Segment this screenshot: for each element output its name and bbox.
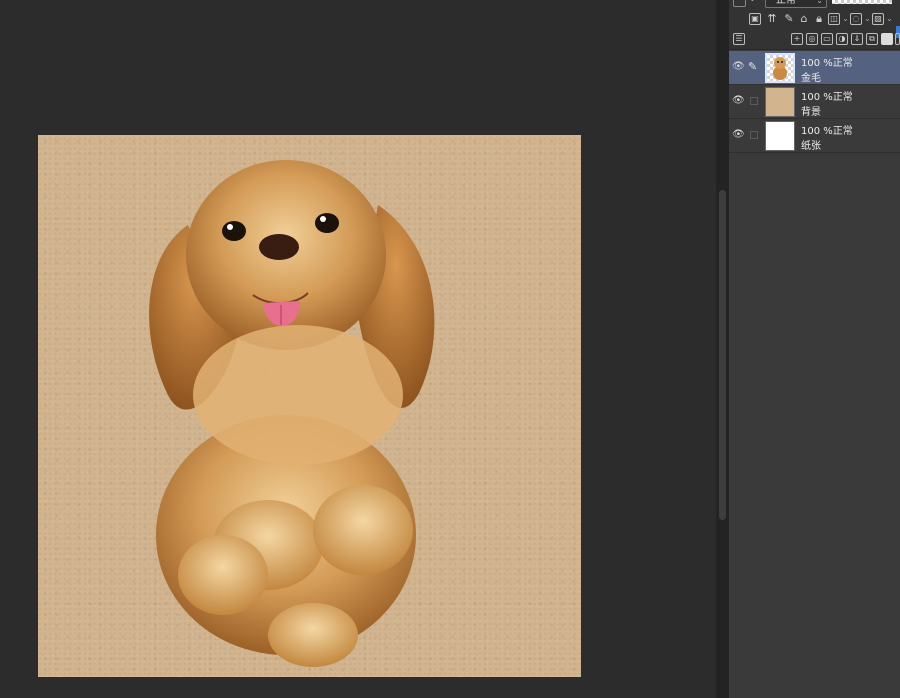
chevron-down-icon[interactable]: ⌄ (864, 13, 871, 25)
chevron-down-icon[interactable]: ⌄ (749, 0, 762, 7)
lock-transparency-icon[interactable]: ⌂ (798, 13, 810, 25)
layer-thumbnail (765, 53, 795, 83)
layer-panel-toolbar: ⌄ 正常 ⌄ 1 ▣ ⇈ ✎ ⌂ 🔒︎ ◫ ⌄ ◌ ⌄ ▨ ⌄ ☰ + ◎ (729, 0, 900, 50)
chevron-down-icon[interactable]: ⌄ (842, 13, 849, 25)
blend-mode-dropdown[interactable]: 正常 ⌄ (765, 0, 827, 8)
layer-name[interactable]: 金毛 (801, 69, 821, 84)
layer-checkbox[interactable] (750, 97, 758, 105)
layer-checkbox[interactable] (750, 131, 758, 139)
layer-name[interactable]: 纸张 (801, 137, 821, 152)
merge-layer-icon[interactable]: ⧉ (866, 33, 878, 45)
lock-icon[interactable]: 🔒︎ (813, 13, 825, 25)
delete-layer-icon[interactable] (895, 33, 900, 45)
clip-icon[interactable]: ◫ (828, 13, 840, 25)
blend-mode-value: 正常 (776, 0, 796, 6)
drawing-canvas[interactable] (38, 135, 581, 677)
chevron-down-icon[interactable]: ⌄ (886, 13, 893, 25)
eye-icon[interactable]: 👁︎ (732, 130, 745, 140)
layer-panel: ⌄ 正常 ⌄ 1 ▣ ⇈ ✎ ⌂ 🔒︎ ◫ ⌄ ◌ ⌄ ▨ ⌄ ☰ + ◎ (729, 0, 900, 698)
dog-thumbnail-icon (773, 57, 787, 80)
mask-icon[interactable]: ◌ (850, 13, 862, 25)
layer-tools-row-1: ▣ ⇈ ✎ ⌂ 🔒︎ ◫ ⌄ ◌ ⌄ ▨ ⌄ (729, 13, 900, 38)
layer-tools-row-2: ☰ + ◎ ▭ ◑ ⇓ ⧉ (729, 33, 900, 49)
layer-row-background[interactable]: 👁︎ 100 %正常 背景 (729, 85, 900, 119)
layer-thumbnail (765, 87, 795, 117)
reference-icon[interactable]: ⇈ (766, 13, 778, 25)
eye-icon[interactable]: 👁︎ (732, 96, 745, 106)
color-icon[interactable]: ▨ (872, 13, 884, 25)
draft-icon[interactable]: ✎ (783, 13, 795, 25)
canvas-workspace[interactable] (0, 0, 716, 698)
new-correction-layer-icon[interactable]: ◑ (836, 33, 848, 45)
layer-mode: 100 %正常 (801, 58, 853, 69)
chevron-down-icon: ⌄ (816, 0, 823, 5)
blend-mode-row: ⌄ 正常 ⌄ 1 (729, 0, 900, 10)
layer-thumbnail (765, 121, 795, 151)
golden-puppy-illustration (149, 160, 435, 667)
edge-value: 1 (895, 0, 900, 3)
layer-box-icon[interactable] (733, 0, 746, 7)
layer-name[interactable]: 背景 (801, 103, 821, 118)
transfer-down-icon[interactable]: ⇓ (851, 33, 863, 45)
layer-mask-icon[interactable] (881, 33, 893, 45)
panel-scrollbar[interactable] (716, 0, 729, 698)
pen-icon[interactable]: ✎ (748, 61, 760, 73)
layer-property-icon[interactable]: ☰ (733, 33, 745, 45)
new-raster-layer-icon[interactable]: + (791, 33, 803, 45)
new-vector-layer-icon[interactable]: ◎ (806, 33, 818, 45)
layer-row-paper[interactable]: 👁︎ 100 %正常 纸张 (729, 119, 900, 153)
layer-row-golden[interactable]: 👁︎ ✎ 100 %正常 金毛 (729, 51, 900, 85)
raster-layer-icon[interactable]: ▣ (749, 13, 761, 25)
layer-list: 👁︎ ✎ 100 %正常 金毛 👁︎ 100 %正常 背景 👁︎ 100 %正常… (729, 51, 900, 153)
new-folder-icon[interactable]: ▭ (821, 33, 833, 45)
eye-icon[interactable]: 👁︎ (732, 62, 745, 72)
opacity-preview[interactable] (832, 0, 892, 4)
scrollbar-thumb[interactable] (719, 190, 726, 520)
layer-mode: 100 %正常 (801, 92, 853, 103)
layer-mode: 100 %正常 (801, 126, 853, 137)
